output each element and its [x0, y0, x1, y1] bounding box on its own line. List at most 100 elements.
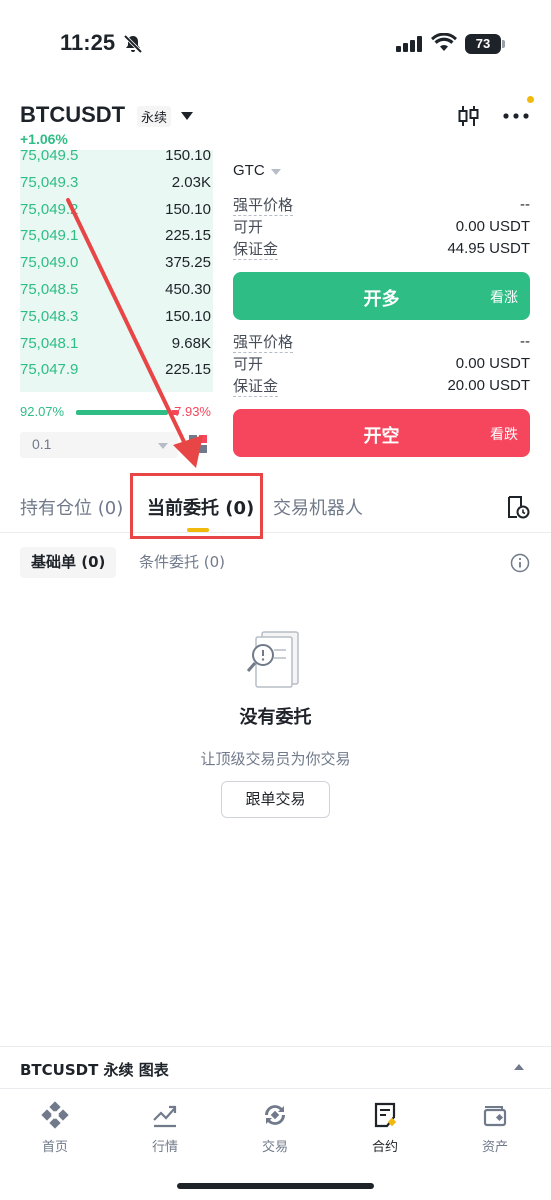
- more-icon[interactable]: [503, 104, 529, 132]
- futures-document-icon: [374, 1102, 397, 1128]
- available-label: 可开: [233, 355, 264, 373]
- orderbook-price: 75,048.3: [20, 307, 79, 325]
- orderbook-price: 75,049.0: [20, 254, 79, 272]
- price-change: +1.06%: [20, 131, 68, 147]
- chevron-down-icon[interactable]: [271, 169, 281, 175]
- nav-futures[interactable]: 合约: [345, 1101, 425, 1155]
- chart-bar-label: BTCUSDT 永续 图表: [20, 1061, 169, 1079]
- bearish-label: 看跌: [490, 427, 518, 443]
- wallet-icon: [483, 1106, 507, 1127]
- info-icon[interactable]: [510, 553, 530, 577]
- liq-price-value: --: [520, 196, 530, 213]
- orderbook-qty: 9.68K: [171, 334, 211, 352]
- open-short-label: 开空: [363, 426, 400, 447]
- orderbook-price: 75,049.5: [20, 150, 79, 164]
- available-value: 0.00 USDT: [455, 218, 530, 235]
- open-short-button[interactable]: 开空 看跌: [233, 409, 530, 457]
- orderbook-price: 75,048.5: [20, 281, 79, 298]
- margin-value: 44.95 USDT: [447, 240, 530, 257]
- open-long-label: 开多: [363, 289, 400, 310]
- orderbook-layout-icon[interactable]: [187, 433, 209, 459]
- orderbook-qty: 225.15: [165, 227, 211, 245]
- depth-precision-select[interactable]: 0.1: [20, 432, 178, 458]
- symbol-selector[interactable]: BTCUSDT: [20, 102, 125, 128]
- orderbook-row[interactable]: 75,049.5 150.10: [20, 150, 213, 170]
- markets-chart-icon: [153, 1105, 177, 1128]
- time-in-force-select[interactable]: GTC: [233, 162, 265, 179]
- orderbook-price: 75,049.1: [20, 227, 79, 245]
- open-long-button[interactable]: 开多 看涨: [233, 272, 530, 320]
- orderbook-price: 75,049.3: [20, 173, 79, 191]
- empty-subtitle: 让顶级交易员为你交易: [200, 750, 351, 768]
- battery-tip: [502, 40, 505, 48]
- orderbook-price: 75,048.1: [20, 334, 79, 352]
- long-available-row: 可开 0.00 USDT: [233, 218, 530, 240]
- orderbook-row[interactable]: 75,048.3 150.10: [20, 305, 213, 331]
- orderbook-row[interactable]: 75,049.2 150.10: [20, 198, 213, 224]
- candlestick-chart-icon[interactable]: [457, 104, 481, 132]
- long-margin-row: 保证金 44.95 USDT: [233, 240, 530, 262]
- status-bar: 11:25 73: [0, 0, 551, 80]
- margin-label[interactable]: 保证金: [233, 377, 279, 397]
- orderbook-qty: 225.15: [165, 361, 211, 379]
- orderbook-price: 75,047.9: [20, 361, 79, 379]
- symbol-dropdown-icon[interactable]: [181, 112, 193, 120]
- status-time: 11:25: [60, 30, 116, 55]
- orderbook-row[interactable]: 75,048.1 9.68K: [20, 332, 213, 358]
- orderbook-qty: 150.10: [165, 200, 211, 218]
- nav-markets-label: 行情: [151, 1140, 178, 1155]
- buy-ratio: 92.07%: [20, 404, 65, 419]
- orderbook-row[interactable]: 75,048.5 450.30: [20, 278, 213, 304]
- nav-home-label: 首页: [41, 1140, 68, 1155]
- liq-price-label[interactable]: 强平价格: [233, 333, 294, 353]
- nav-futures-label: 合约: [371, 1140, 398, 1155]
- depth-precision-value: 0.1: [32, 436, 52, 452]
- short-liq-price-row: 强平价格 --: [233, 333, 530, 355]
- bullish-label: 看涨: [490, 290, 518, 306]
- orderbook-qty: 150.10: [165, 150, 211, 164]
- tab-positions[interactable]: 持有仓位 (0): [20, 494, 123, 520]
- chevron-up-icon[interactable]: [514, 1064, 524, 1070]
- trade-header: BTCUSDT 永续 +1.06%: [0, 96, 551, 147]
- sell-ratio: 7.93%: [174, 404, 211, 419]
- order-history-icon[interactable]: [505, 494, 531, 524]
- orderbook-row[interactable]: 75,049.0 375.25: [20, 251, 213, 277]
- cell-signal-icon: [396, 36, 424, 56]
- wifi-icon: [431, 32, 457, 57]
- bell-muted-icon: [122, 33, 144, 59]
- home-icon: [41, 1101, 69, 1129]
- available-label: 可开: [233, 218, 264, 236]
- copy-trading-button[interactable]: 跟单交易: [221, 781, 330, 818]
- empty-orders-icon: [244, 630, 304, 694]
- liq-price-value: --: [520, 333, 530, 350]
- buy-ratio-bar: [76, 410, 168, 415]
- battery-level: 73: [465, 34, 501, 54]
- nav-assets-label: 资产: [481, 1140, 508, 1155]
- orderbook-qty: 150.10: [165, 307, 211, 325]
- subtab-basic-orders[interactable]: 基础单 (0): [20, 547, 117, 578]
- nav-assets[interactable]: 资产: [455, 1101, 535, 1155]
- chart-toggle-bar[interactable]: BTCUSDT 永续 图表: [0, 1046, 551, 1088]
- order-book: 75,049.5 150.10 75,049.3 2.03K 75,049.2 150.1…: [20, 150, 213, 392]
- orderbook-price: 75,049.2: [20, 200, 79, 218]
- subtab-conditional-orders[interactable]: 条件委托 (0): [128, 547, 236, 578]
- nav-trade[interactable]: 交易: [235, 1101, 315, 1155]
- notification-dot: [527, 96, 534, 103]
- margin-value: 20.00 USDT: [447, 377, 530, 394]
- orderbook-row[interactable]: 75,049.3 2.03K: [20, 171, 213, 197]
- margin-label[interactable]: 保证金: [233, 240, 279, 260]
- short-margin-row: 保证金 20.00 USDT: [233, 377, 530, 399]
- tab-trading-bots[interactable]: 交易机器人: [273, 494, 363, 520]
- nav-markets[interactable]: 行情: [125, 1101, 205, 1155]
- liq-price-label[interactable]: 强平价格: [233, 196, 294, 216]
- annotation-highlight-box: [130, 473, 263, 539]
- chevron-down-icon: [158, 443, 168, 449]
- long-liq-price-row: 强平价格 --: [233, 196, 530, 218]
- short-available-row: 可开 0.00 USDT: [233, 355, 530, 377]
- buy-sell-ratio: 92.07% 7.93%: [20, 402, 213, 422]
- nav-home[interactable]: 首页: [15, 1101, 95, 1155]
- tabs-divider: [0, 532, 551, 533]
- empty-title: 没有委托: [239, 707, 312, 728]
- orderbook-row[interactable]: 75,047.9 225.15: [20, 358, 213, 384]
- orderbook-row[interactable]: 75,049.1 225.15: [20, 224, 213, 250]
